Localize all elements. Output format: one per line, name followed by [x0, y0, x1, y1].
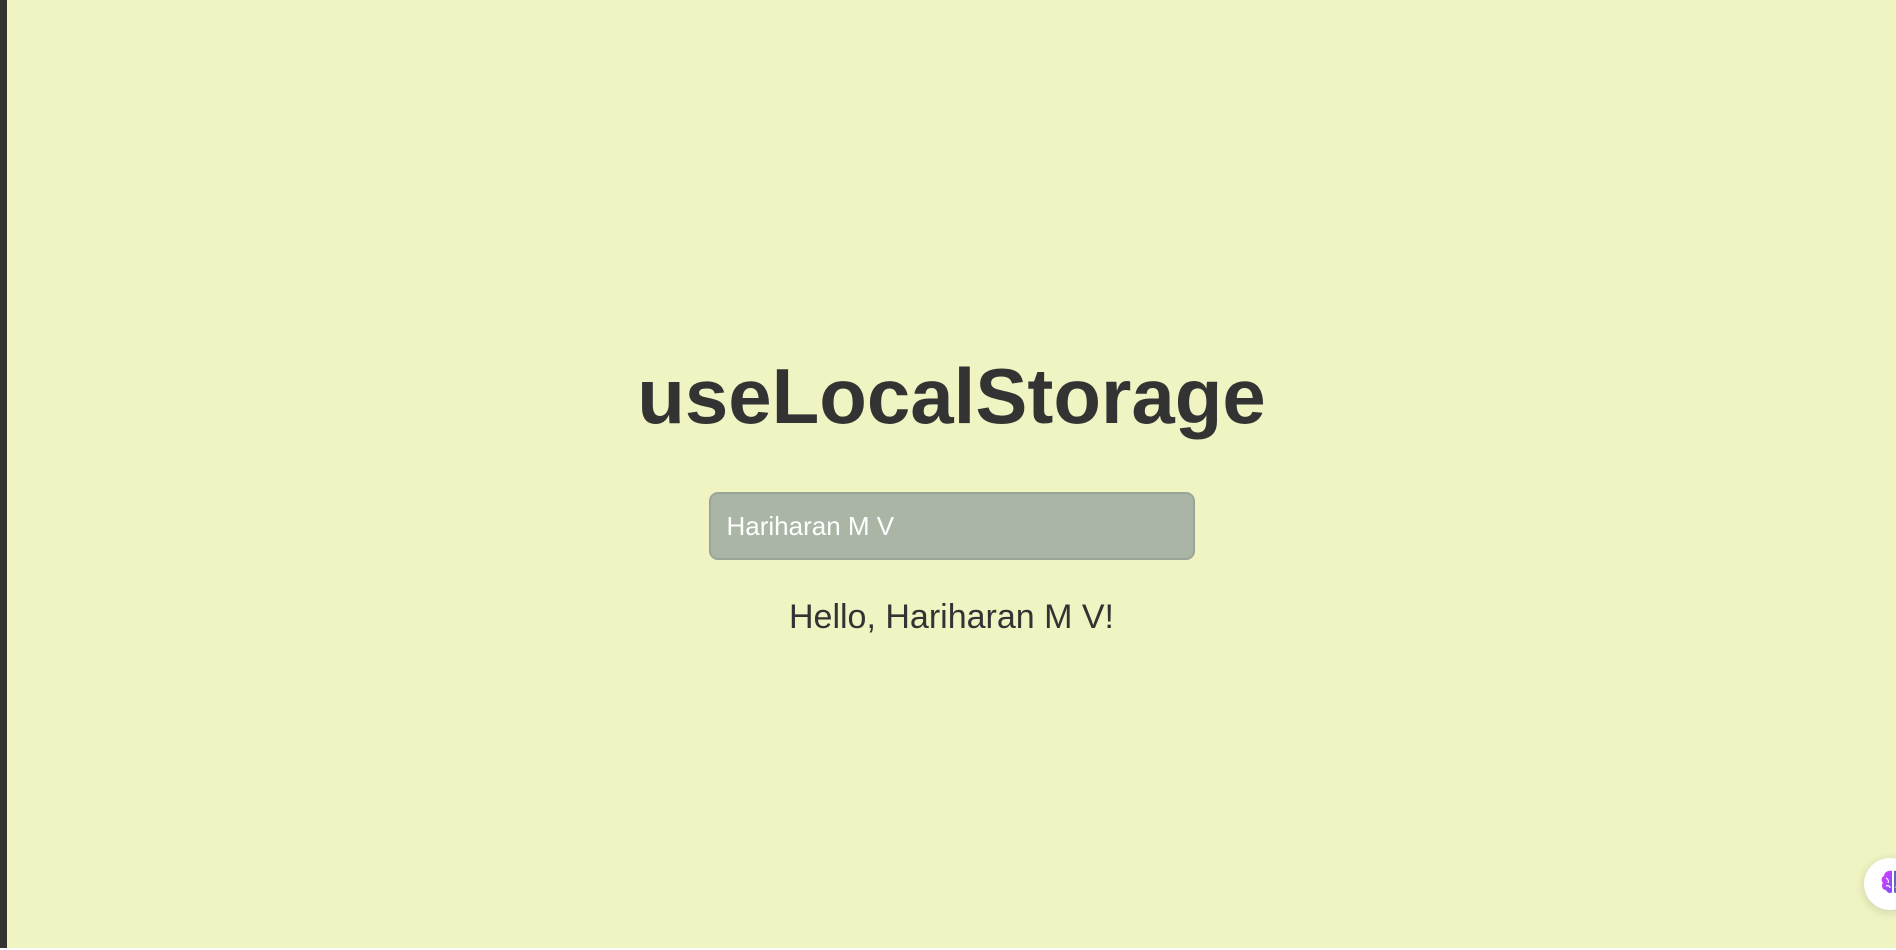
greeting-text: Hello, Hariharan M V!	[788, 598, 1114, 636]
assistant-widget-button[interactable]	[1864, 858, 1896, 910]
brain-icon	[1878, 867, 1896, 902]
name-input[interactable]	[708, 492, 1195, 560]
page-title: useLocalStorage	[637, 352, 1266, 440]
app-container: useLocalStorage Hello, Hariharan M V!	[7, 348, 1896, 637]
page-viewport: useLocalStorage Hello, Hariharan M V!	[0, 0, 1896, 948]
